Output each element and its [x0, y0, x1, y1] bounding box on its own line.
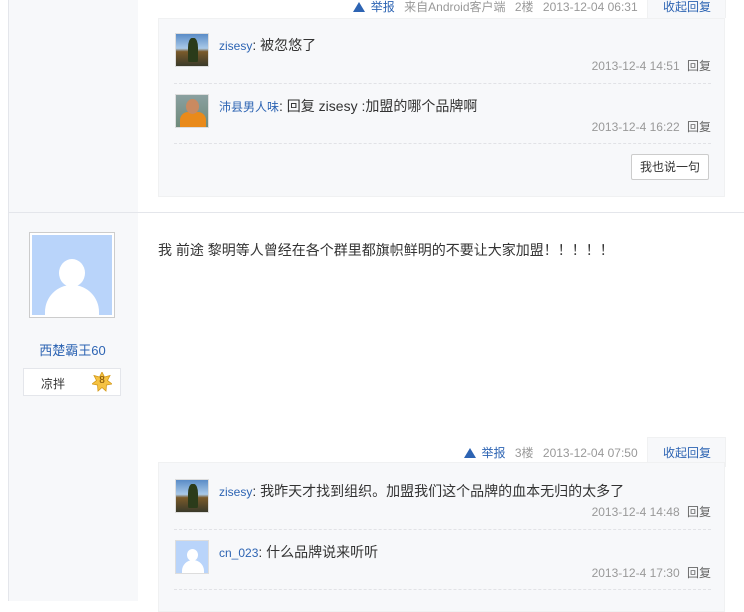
reply-content: 什么品牌说来听听 [266, 544, 379, 560]
warning-triangle-icon [464, 448, 477, 458]
report-link[interactable]: 举报 [482, 446, 506, 460]
post-time: 2013-12-04 06:31 [542, 0, 638, 14]
post-divider [8, 212, 744, 213]
reply-time: 2013-12-4 17:30 [591, 566, 680, 580]
reply-button[interactable]: 回复 [687, 566, 711, 580]
source-label: 来自Android客户端 [404, 0, 506, 14]
level-badge[interactable]: 凉拌 8 [23, 368, 121, 396]
reply-button[interactable]: 回复 [687, 59, 711, 73]
star-badge-icon: 8 [91, 371, 113, 392]
avatar[interactable] [175, 540, 209, 574]
avatar[interactable] [29, 232, 115, 318]
avatar[interactable] [175, 479, 209, 513]
reply-content: 被忽悠了 [260, 37, 317, 53]
reply-time: 2013-12-4 14:51 [591, 59, 680, 73]
warning-triangle-icon [353, 2, 366, 12]
post-tail-2: 举报 来自Android客户端 2楼 2013-12-04 06:31 收起回复 [353, 0, 726, 18]
collapse-replies-button[interactable]: 收起回复 [646, 0, 726, 18]
level-name: 凉拌 [41, 377, 66, 391]
reply-time: 2013-12-4 16:22 [591, 120, 680, 134]
reply-button[interactable]: 回复 [687, 505, 711, 519]
reply-content: 我昨天才找到组织。加盟我们这个品牌的血本无归的太多了 [260, 483, 625, 499]
floor-label: 2楼 [514, 0, 534, 14]
reply-username[interactable]: 沛县男人味 [219, 100, 279, 114]
avatar[interactable] [175, 33, 209, 67]
reply-area: zisesy: 被忽悠了 2013-12-4 14:51 回复 沛县男人味: 回… [158, 18, 725, 197]
reply-button[interactable]: 回复 [687, 120, 711, 134]
author-name[interactable]: 西楚霸王60 [8, 340, 137, 359]
reply-content: 回复 zisesy :加盟的哪个品牌啊 [286, 98, 478, 114]
reply-time: 2013-12-4 14:48 [591, 505, 680, 519]
level-number: 8 [99, 375, 105, 386]
post-time: 2013-12-04 07:50 [542, 446, 638, 460]
post-content: 我 前途 黎明等人曾经在各个群里都旗帜鲜明的不要让大家加盟！！！！！ [158, 242, 614, 258]
reply-separator [174, 83, 711, 84]
reply-area: zisesy: 我昨天才找到组织。加盟我们这个品牌的血本无归的太多了 2013-… [158, 462, 725, 612]
reply-separator [174, 529, 711, 530]
reply-username[interactable]: zisesy [219, 485, 252, 499]
reply-username[interactable]: cn_023 [219, 546, 258, 560]
reply-username[interactable]: zisesy [219, 39, 252, 53]
report-link[interactable]: 举报 [371, 0, 395, 14]
add-comment-button[interactable]: 我也说一句 [631, 154, 709, 180]
reply-separator [174, 143, 711, 144]
floor-label: 3楼 [514, 446, 534, 460]
avatar[interactable] [175, 94, 209, 128]
reply-separator [174, 589, 711, 590]
